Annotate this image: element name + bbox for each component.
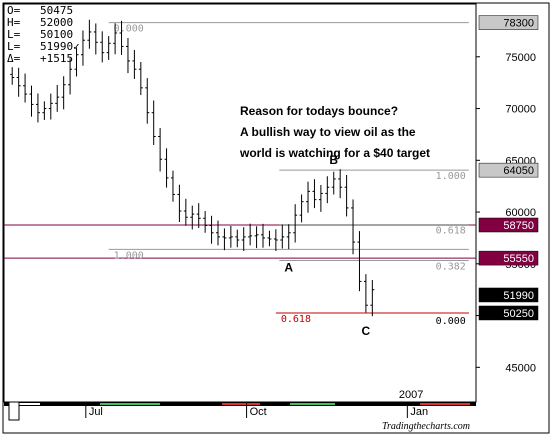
x-tick-label: Oct <box>250 406 267 418</box>
svg-text:58750: 58750 <box>503 220 534 232</box>
price-chart: 1.000 0.618 0.382 0.000 0.000 1.000 0.618 4500… <box>2 2 550 434</box>
month-segment-3 <box>290 403 335 405</box>
svg-text:55550: 55550 <box>503 253 534 265</box>
plot-area <box>3 3 477 403</box>
year-label: 2007 <box>399 389 423 401</box>
wave-point-C: C <box>362 324 371 338</box>
month-segment-1 <box>100 403 160 405</box>
x-tick-label: Jan <box>410 406 428 418</box>
y-tick-label: 45000 <box>505 362 536 374</box>
svg-text:Δ=: Δ= <box>7 52 21 65</box>
fib-lower-label-2: 0.618 <box>281 314 311 325</box>
svg-text:78300: 78300 <box>503 18 534 30</box>
fib-lower-label-1: 1.000 <box>114 250 144 261</box>
svg-text:64050: 64050 <box>503 165 534 177</box>
svg-text:51990: 51990 <box>503 290 534 302</box>
svg-text:50250: 50250 <box>503 308 534 320</box>
y-tick-label: 75000 <box>505 52 536 64</box>
fib-upper-label-0: 1.000 <box>436 171 466 182</box>
x-tick-label: Jul <box>89 406 103 418</box>
price-tag-51990: 51990 <box>478 287 539 303</box>
month-segment-4 <box>420 403 470 405</box>
wave-point-A: A <box>284 260 293 274</box>
month-segment-2 <box>222 403 260 405</box>
price-tag-55550: 55550 <box>478 250 539 266</box>
price-tag-64050: 64050 <box>478 162 539 178</box>
svg-text:+1515: +1515 <box>40 52 73 65</box>
annotation-line-2: A bullish way to view oil as the <box>240 125 416 139</box>
price-tag-78300: 78300 <box>478 15 539 30</box>
fib-upper-label-1: 0.618 <box>436 226 466 237</box>
scroll-handle[interactable] <box>8 401 20 421</box>
annotation-line-1: Reason for todays bounce? <box>240 104 398 118</box>
fib-upper-label-3: 0.000 <box>436 316 466 327</box>
price-tag-50250: 50250 <box>478 305 539 321</box>
watermark: Tradingthecharts.com <box>382 421 470 432</box>
ohlc-change-value: +1515 <box>40 52 73 65</box>
price-tag-58750: 58750 <box>478 217 539 233</box>
fib-lower-label-0: 0.000 <box>114 24 144 35</box>
fib-upper-label-2: 0.382 <box>436 262 466 273</box>
y-tick-label: 70000 <box>505 104 536 116</box>
ohlc-change-label: Δ= <box>7 52 21 65</box>
annotation-line-3: world is watching for a $40 target <box>239 146 430 160</box>
y-tick-label: 60000 <box>505 207 536 219</box>
ohlc-readout: O= 50475 H= 52000 L= 50100 L= 51990✓ Δ= … <box>7 4 80 65</box>
